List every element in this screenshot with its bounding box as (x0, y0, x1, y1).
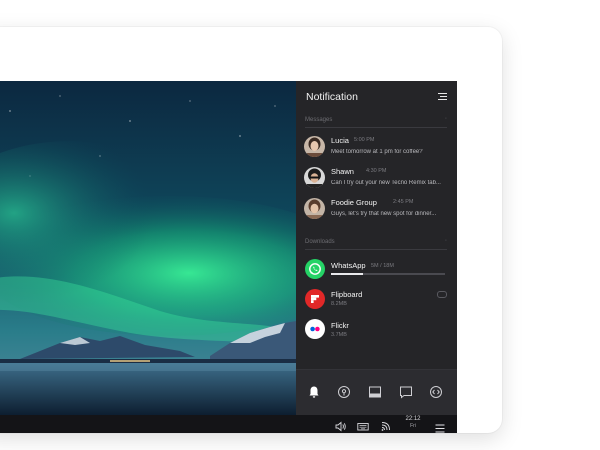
download-progress-bar (331, 273, 445, 275)
download-progress-text: 5M / 18M (371, 263, 394, 269)
message-sender: Lucia (331, 136, 349, 145)
taskbar: 22:12 Fri (0, 415, 457, 433)
flipboard-icon (305, 289, 325, 309)
flickr-icon (305, 319, 325, 339)
tablet-device: Notification Messages ◦ Lucia 5:00 PM Me… (0, 27, 502, 433)
messages-section-title: Messages (305, 117, 333, 123)
message-sender: Foodie Group (331, 198, 377, 207)
volume-icon[interactable] (335, 419, 347, 432)
messages-collapse-icon[interactable]: ◦ (445, 116, 447, 122)
avatar-lucia (304, 136, 325, 157)
download-app-name: WhatsApp (331, 261, 366, 270)
download-app-name: Flipboard (331, 290, 363, 299)
downloads-collapse-icon[interactable]: ◦ (445, 238, 447, 244)
download-app-name: Flickr (331, 321, 349, 330)
message-time: 5:00 PM (354, 137, 375, 143)
wallpaper-aurora (0, 81, 296, 415)
message-time: 2:45 PM (393, 199, 414, 205)
whatsapp-icon (305, 259, 325, 279)
clock-time: 22:12 (405, 416, 421, 422)
chat-bubble-icon[interactable] (398, 384, 414, 400)
location-icon[interactable] (336, 384, 352, 400)
download-size: 3.7MB (331, 332, 347, 338)
avatar-shawn (304, 167, 325, 188)
divider (305, 127, 447, 128)
keyboard-icon[interactable] (357, 419, 369, 431)
message-preview: Can I try out your new Tecno Remix tab..… (331, 180, 441, 186)
message-time: 4:30 PM (366, 168, 387, 174)
screen: Notification Messages ◦ Lucia 5:00 PM Me… (0, 81, 457, 433)
toggle-icon[interactable] (437, 291, 447, 298)
clock-day: Fri (410, 423, 416, 429)
divider (305, 249, 447, 250)
tablet-icon[interactable] (367, 384, 383, 400)
code-icon[interactable] (428, 384, 444, 400)
message-item-lucia[interactable]: Lucia 5:00 PM Meet tomorrow at 1 pm for … (304, 136, 449, 162)
menu-icon[interactable] (435, 420, 445, 433)
message-item-shawn[interactable]: Shawn 4:30 PM Can I try out your new Tec… (304, 167, 449, 193)
panel-title: Notification (306, 91, 358, 103)
panel-header: Notification (306, 91, 447, 105)
bell-icon[interactable] (306, 384, 322, 400)
download-progress-fill (331, 273, 363, 275)
message-preview: Meet tomorrow at 1 pm for coffee? (331, 149, 423, 155)
message-item-foodie-group[interactable]: Foodie Group 2:45 PM Guys, let's try tha… (304, 198, 449, 224)
notification-panel: Notification Messages ◦ Lucia 5:00 PM Me… (296, 81, 457, 415)
panel-bottom-bar (296, 369, 457, 415)
avatar-foodie-group (304, 198, 325, 219)
downloads-section-title: Downloads (305, 239, 335, 245)
download-size: 8.2MB (331, 301, 347, 307)
message-sender: Shawn (331, 167, 354, 176)
menu-icon[interactable] (438, 93, 447, 101)
message-preview: Guys, let's try that new spot for dinner… (331, 211, 437, 217)
wifi-icon[interactable] (380, 419, 392, 431)
clock[interactable]: 22:12 Fri (400, 416, 426, 430)
